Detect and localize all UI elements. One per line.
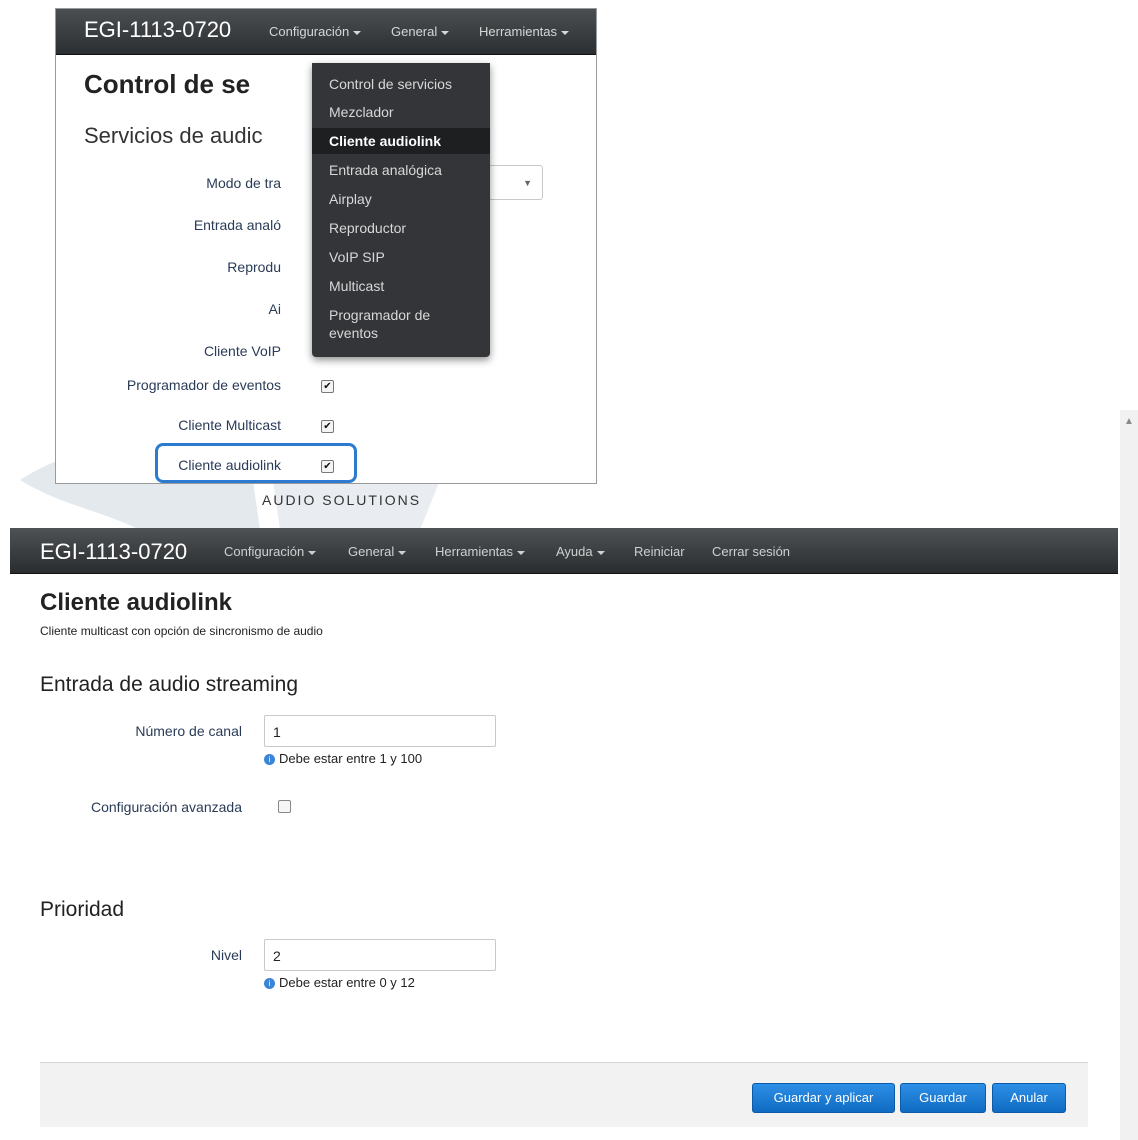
- chevron-down-icon: [517, 550, 526, 555]
- inset-menu-herramientas-label: Herramientas: [479, 24, 558, 39]
- inset-label-entrada: Entrada analó: [193, 217, 281, 233]
- level-input[interactable]: 2: [264, 939, 496, 971]
- menu-herramientas-label: Herramientas: [435, 544, 514, 559]
- channel-hint-text: Debe estar entre 1 y 100: [279, 751, 423, 766]
- inset-label-programador: Programador de eventos: [126, 377, 281, 393]
- watermark-text: AUDIO SOLUTIONS: [262, 492, 422, 508]
- dropdown-item-programador[interactable]: Programador de eventos: [312, 306, 490, 342]
- level-hint: i Debe estar entre 0 y 12: [264, 975, 415, 990]
- chevron-down-icon: [353, 30, 362, 35]
- main-navbar: EGI-1113-0720 Configuración General Herr…: [10, 528, 1118, 574]
- dropdown-item-reproductor[interactable]: Reproductor: [312, 219, 490, 237]
- page-description: Cliente multicast con opción de sincroni…: [40, 624, 323, 638]
- inset-label-airplay: Ai: [268, 301, 281, 317]
- menu-herramientas[interactable]: Herramientas: [435, 544, 526, 559]
- channel-hint: i Debe estar entre 1 y 100: [264, 751, 422, 766]
- inset-checkbox-multicast[interactable]: ✔: [321, 420, 334, 433]
- info-icon: i: [264, 754, 275, 766]
- chevron-down-icon: [308, 550, 317, 555]
- dropdown-item-programador-line1: Programador de: [329, 307, 431, 323]
- chevron-down-icon: [561, 30, 570, 35]
- advanced-config-label: Configuración avanzada: [91, 799, 242, 815]
- menu-general-label: General: [348, 544, 395, 559]
- chevron-down-icon: [398, 550, 407, 555]
- level-label: Nivel: [210, 947, 242, 963]
- save-apply-button[interactable]: Guardar y aplicar: [752, 1083, 895, 1113]
- menu-reiniciar[interactable]: Reiniciar: [634, 544, 685, 559]
- inset-navbar: EGI-1113-0720 Configuración General Herr…: [56, 9, 596, 55]
- inset-section-title: Servicios de audic: [84, 123, 263, 148]
- info-icon: i: [264, 978, 275, 990]
- inset-label-reproductor: Reprodu: [227, 259, 281, 275]
- dropdown-item-multicast[interactable]: Multicast: [312, 277, 490, 295]
- inset-label-modo: Modo de tra: [206, 175, 281, 191]
- inset-page-title: Control de se: [84, 69, 251, 99]
- highlight-box: [155, 443, 357, 483]
- scrollbar[interactable]: [1120, 410, 1138, 1140]
- menu-cerrar-sesion[interactable]: Cerrar sesión: [712, 544, 790, 559]
- menu-configuracion[interactable]: Configuración: [224, 544, 317, 559]
- channel-input[interactable]: 1: [264, 715, 496, 747]
- menu-ayuda-label: Ayuda: [556, 544, 593, 559]
- dropdown-item-entrada-analogica[interactable]: Entrada analógica: [312, 161, 490, 179]
- channel-label: Número de canal: [135, 723, 242, 739]
- inset-menu-herramientas[interactable]: Herramientas: [479, 24, 570, 39]
- inset-label-multicast: Cliente Multicast: [178, 417, 281, 433]
- inset-brand[interactable]: EGI-1113-0720: [84, 17, 231, 43]
- chevron-down-icon: ▼: [523, 178, 532, 188]
- dropdown-item-programador-line2: eventos: [329, 325, 379, 341]
- app-brand[interactable]: EGI-1113-0720: [40, 539, 187, 565]
- chevron-down-icon: [441, 30, 450, 35]
- scroll-up-icon[interactable]: ▲: [1124, 416, 1134, 427]
- dropdown-item-mezclador[interactable]: Mezclador: [312, 103, 490, 121]
- advanced-config-checkbox[interactable]: [278, 800, 291, 813]
- dropdown-item-airplay[interactable]: Airplay: [312, 190, 490, 208]
- level-hint-text: Debe estar entre 0 y 12: [279, 975, 415, 990]
- cancel-button[interactable]: Anular: [992, 1083, 1066, 1113]
- inset-checkbox-programador[interactable]: ✔: [321, 380, 334, 393]
- menu-configuracion-label: Configuración: [224, 544, 305, 559]
- dropdown-item-control-servicios[interactable]: Control de servicios: [312, 75, 490, 93]
- dropdown-item-cliente-audiolink[interactable]: Cliente audiolink: [312, 128, 490, 154]
- inset-menu-configuracion-label: Configuración: [269, 24, 350, 39]
- dropdown-item-voip-sip[interactable]: VoIP SIP: [312, 248, 490, 266]
- inset-menu-general[interactable]: General: [391, 24, 450, 39]
- section-audio-streaming: Entrada de audio streaming: [40, 673, 298, 696]
- inset-menu-configuracion[interactable]: Configuración: [269, 24, 362, 39]
- configuracion-dropdown-menu: Control de servicios Mezclador Cliente a…: [312, 63, 490, 357]
- page-title: Cliente audiolink: [40, 589, 233, 616]
- section-prioridad: Prioridad: [40, 898, 125, 921]
- inset-label-voip: Cliente VoIP: [203, 343, 281, 359]
- save-button[interactable]: Guardar: [900, 1083, 986, 1113]
- chevron-down-icon: [596, 550, 605, 555]
- inset-screenshot: EGI-1113-0720 Configuración General Herr…: [55, 8, 597, 484]
- menu-general[interactable]: General: [348, 544, 407, 559]
- menu-ayuda[interactable]: Ayuda: [556, 544, 605, 559]
- inset-menu-general-label: General: [391, 24, 438, 39]
